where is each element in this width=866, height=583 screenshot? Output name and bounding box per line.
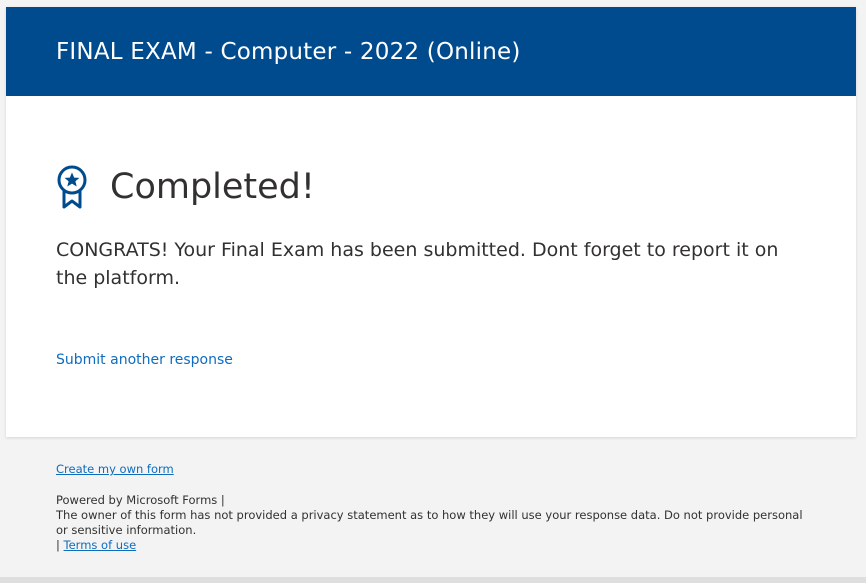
completed-row: Completed! bbox=[56, 164, 806, 210]
terms-of-use-link[interactable]: Terms of use bbox=[64, 538, 137, 552]
completed-title: Completed! bbox=[110, 167, 315, 207]
submit-another-response-link[interactable]: Submit another response bbox=[56, 352, 233, 368]
ribbon-award-icon bbox=[56, 165, 88, 209]
terms-row: | Terms of use bbox=[56, 538, 816, 553]
create-my-own-form-link[interactable]: Create my own form bbox=[56, 462, 174, 477]
confirmation-content: Completed! CONGRATS! Your Final Exam has… bbox=[6, 164, 856, 368]
form-title: FINAL EXAM - Computer - 2022 (Online) bbox=[56, 38, 521, 65]
separator: | bbox=[56, 538, 60, 552]
confirmation-message: CONGRATS! Your Final Exam has been submi… bbox=[56, 239, 779, 289]
form-card: FINAL EXAM - Computer - 2022 (Online) Co… bbox=[6, 7, 856, 437]
bottom-edge bbox=[0, 577, 866, 583]
form-header: FINAL EXAM - Computer - 2022 (Online) bbox=[6, 7, 856, 96]
top-strip bbox=[0, 0, 866, 7]
privacy-notice: The owner of this form has not provided … bbox=[56, 508, 803, 537]
powered-by-text: Powered by Microsoft Forms | bbox=[56, 493, 225, 507]
footer: Create my own form Powered by Microsoft … bbox=[56, 462, 816, 553]
